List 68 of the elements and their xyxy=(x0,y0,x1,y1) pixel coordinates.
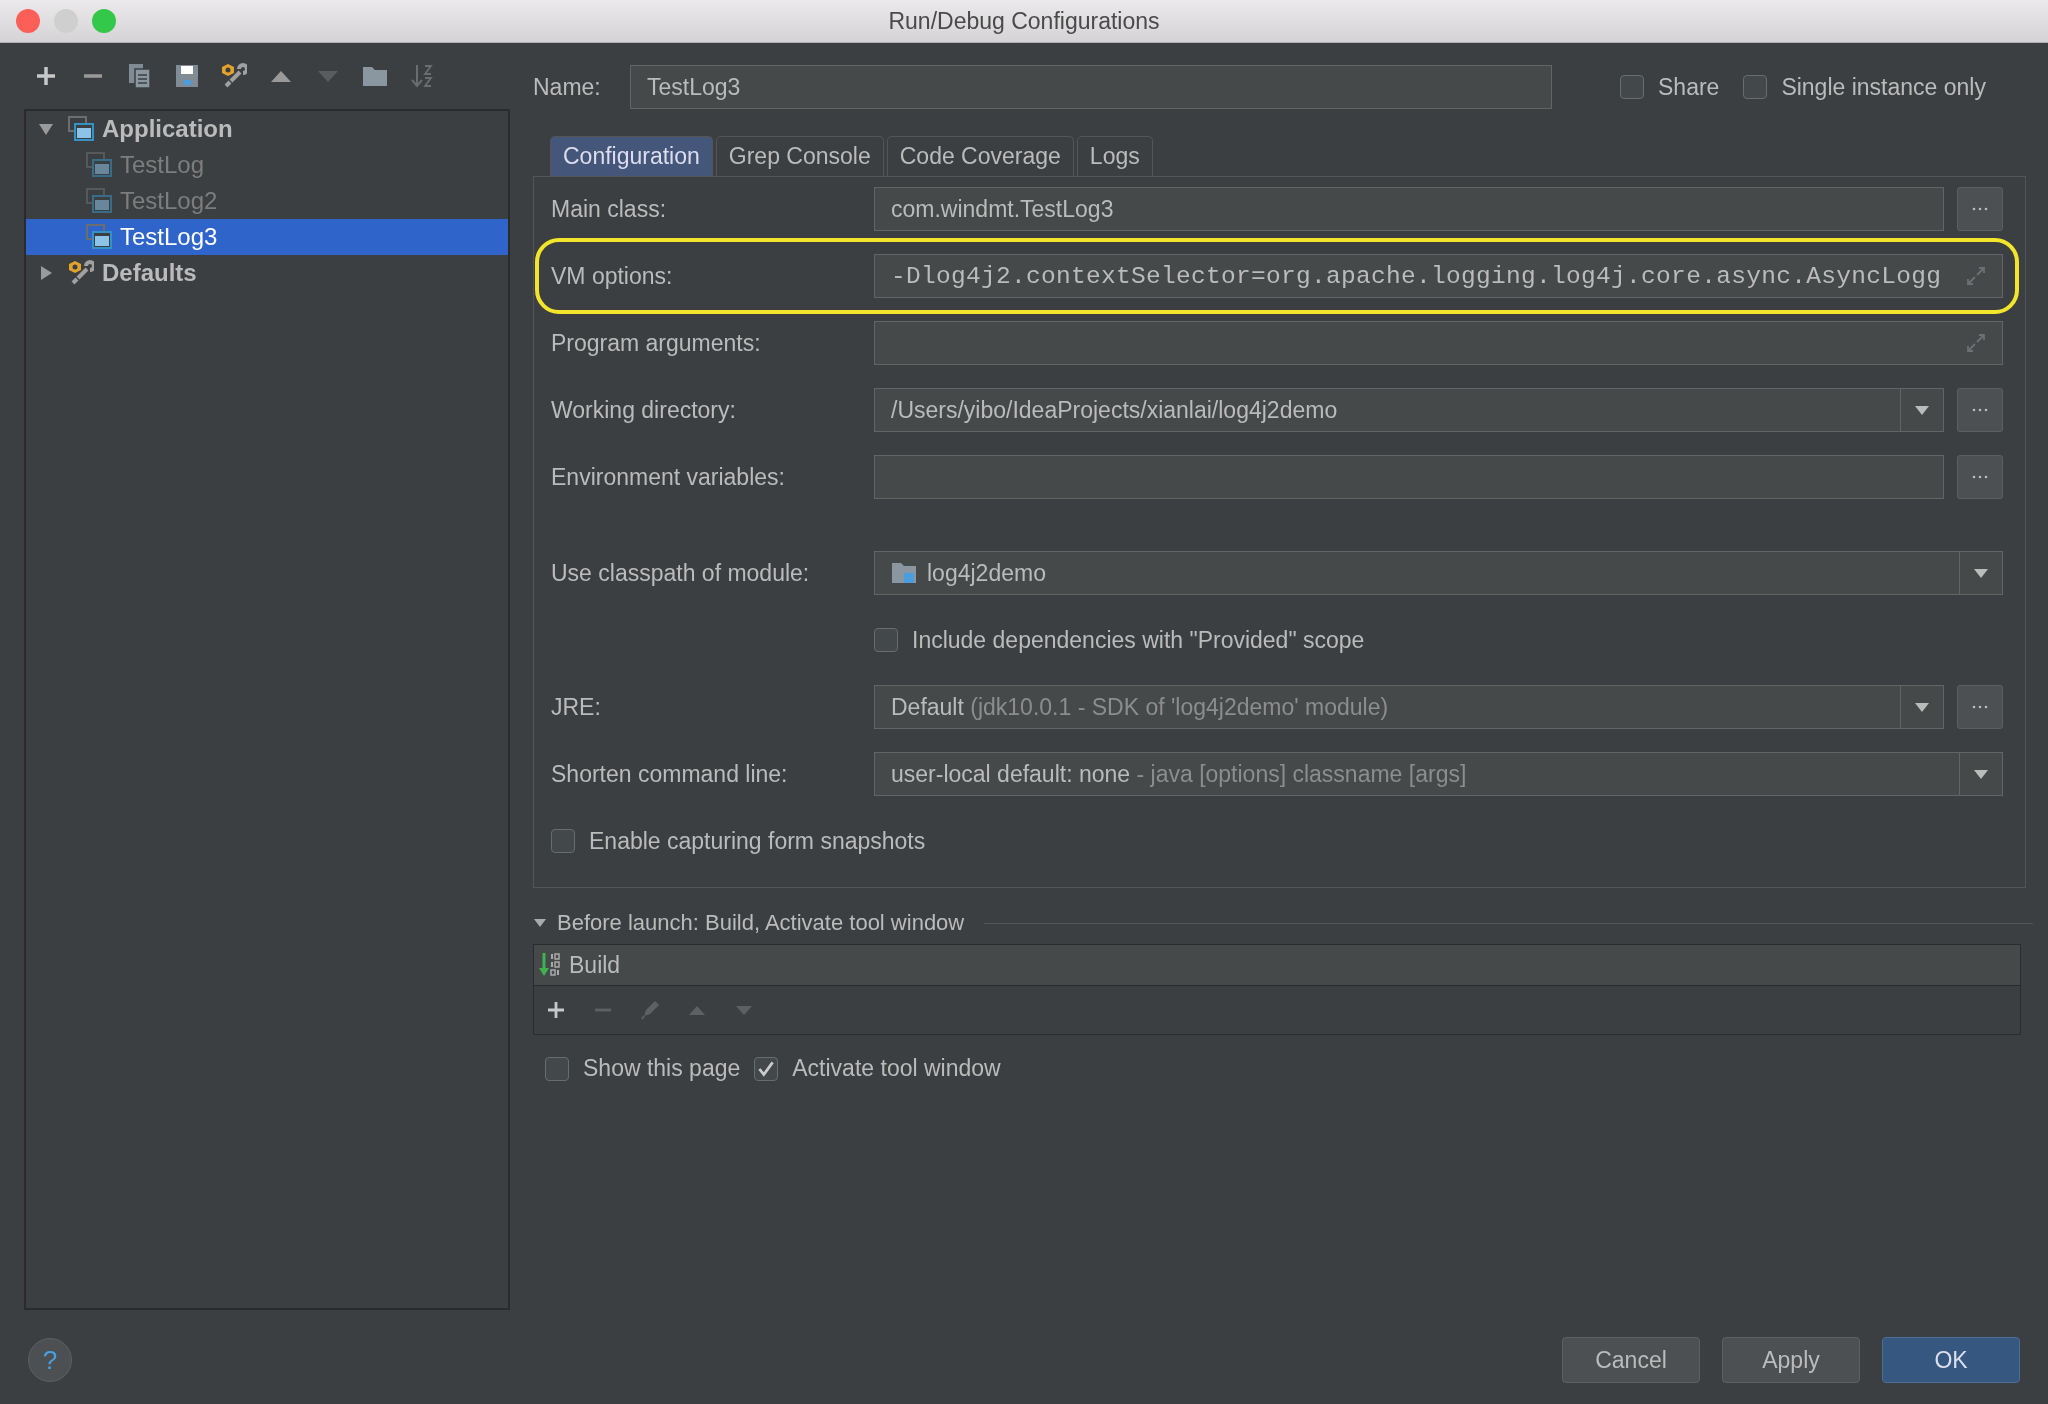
field-label: Use classpath of module: xyxy=(551,559,811,587)
copy-icon[interactable] xyxy=(127,63,153,89)
more-icon xyxy=(1970,206,1990,212)
expand-icon[interactable] xyxy=(1966,266,1986,286)
window-icon xyxy=(68,116,94,142)
expand-icon[interactable] xyxy=(1966,333,1986,353)
tree-item[interactable]: Defaults xyxy=(26,255,508,291)
window-title: Run/Debug Configurations xyxy=(888,7,1160,35)
field-label: Environment variables: xyxy=(551,463,786,491)
field-label: Shorten command line: xyxy=(551,760,789,788)
tab[interactable]: Code Coverage xyxy=(886,136,1074,176)
dialog-button[interactable]: Apply xyxy=(1722,1337,1860,1383)
collapse-arrow-icon[interactable] xyxy=(38,121,54,137)
checkbox[interactable]: Share xyxy=(1620,73,1720,101)
task-item[interactable]: Build xyxy=(534,945,2020,986)
checkbox-box[interactable] xyxy=(874,628,898,652)
field-label: VM options: xyxy=(551,262,674,290)
close-button[interactable] xyxy=(16,9,40,33)
dialog-button[interactable]: OK xyxy=(1882,1337,2020,1383)
checkbox[interactable]: Show this page xyxy=(545,1055,741,1082)
tab[interactable]: Configuration xyxy=(550,136,713,176)
checkbox[interactable]: Enable capturing form snapshots xyxy=(551,827,926,855)
wrench-icon xyxy=(68,260,94,286)
field-label: Program arguments: xyxy=(551,329,762,357)
help-button[interactable]: ? xyxy=(28,1338,72,1382)
name-label: Name: xyxy=(533,73,602,101)
add-icon[interactable] xyxy=(546,1000,566,1020)
tab[interactable]: Logs xyxy=(1076,136,1153,176)
browse-button[interactable] xyxy=(1957,685,2003,729)
tab[interactable]: Grep Console xyxy=(715,136,884,176)
field-label: Working directory: xyxy=(551,396,737,424)
zoom-button[interactable] xyxy=(92,9,116,33)
expand-arrow-icon[interactable] xyxy=(38,265,54,281)
edit-icon[interactable] xyxy=(640,1000,660,1020)
checkbox[interactable]: Include dependencies with "Provided" scope xyxy=(874,626,1365,654)
checkbox-box[interactable] xyxy=(1620,75,1644,99)
dropdown[interactable]: log4j2demo xyxy=(874,551,2003,595)
more-icon xyxy=(1970,704,1990,710)
more-icon xyxy=(1970,407,1990,413)
dropdown[interactable]: user-local default: none - java [options] classname [args] xyxy=(874,752,2003,796)
name-field[interactable]: TestLog3 xyxy=(630,65,1552,109)
browse-button[interactable] xyxy=(1957,388,2003,432)
sort-icon[interactable] xyxy=(409,63,435,89)
browse-button[interactable] xyxy=(1957,187,2003,231)
checkbox[interactable]: Activate tool window xyxy=(754,1055,1001,1082)
browse-button[interactable] xyxy=(1957,455,2003,499)
text-field[interactable] xyxy=(874,321,2003,365)
text-field[interactable]: -Dlog4j2.contextSelector=org.apache.logging.log4j.core.async.AsyncLogg xyxy=(874,254,2003,298)
build-icon xyxy=(539,951,561,979)
tree-item[interactable]: TestLog3 xyxy=(26,219,508,255)
checkbox-box[interactable] xyxy=(545,1056,569,1081)
dialog-button[interactable]: Cancel xyxy=(1562,1337,1700,1383)
wrench-icon[interactable] xyxy=(221,63,247,89)
dropdown[interactable]: /Users/yibo/IdeaProjects/xianlai/log4j2demo xyxy=(874,388,1944,432)
text-field[interactable] xyxy=(874,455,1944,499)
more-icon xyxy=(1970,474,1990,480)
tree-item[interactable]: Application xyxy=(26,111,508,147)
checkbox-box[interactable] xyxy=(754,1056,779,1081)
checkbox-box[interactable] xyxy=(551,829,575,853)
field-label: Main class: xyxy=(551,195,668,223)
text-field[interactable]: com.windmt.TestLog3 xyxy=(874,187,1944,231)
save-icon[interactable] xyxy=(174,63,200,89)
checkbox-box[interactable] xyxy=(1743,75,1768,99)
dropdown[interactable]: Default (jdk10.0.1 - SDK of 'log4j2demo' module) xyxy=(874,685,1944,729)
checkbox[interactable]: Single instance only xyxy=(1743,73,1986,101)
section-title: Before launch: Build, Activate tool window xyxy=(557,910,965,936)
module-folder-icon xyxy=(891,560,917,586)
field-label: JRE: xyxy=(551,693,602,721)
